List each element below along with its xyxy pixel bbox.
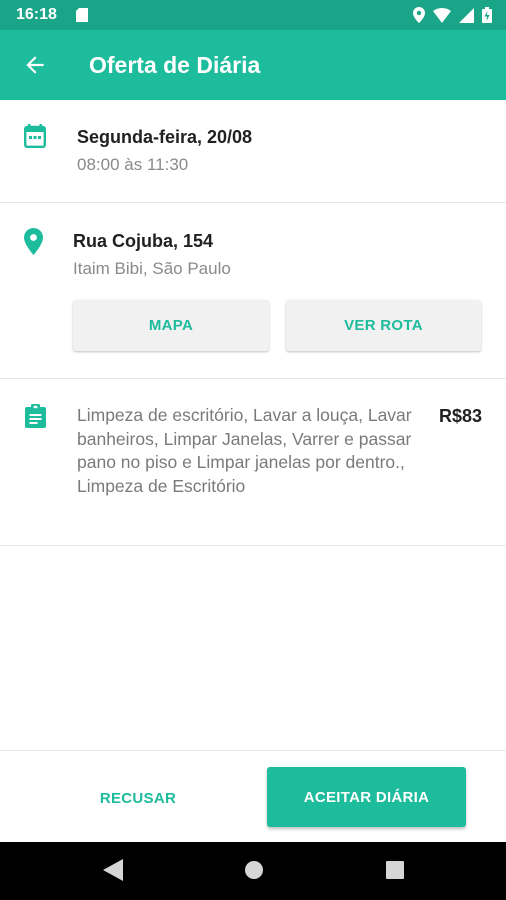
status-time: 16:18 bbox=[16, 6, 57, 23]
schedule-section: Segunda-feira, 20/08 08:00 às 11:30 bbox=[0, 100, 506, 203]
accept-button[interactable]: ACEITAR DIÁRIA bbox=[267, 767, 466, 827]
services-description: Limpeza de escritório, Lavar a louça, La… bbox=[77, 405, 412, 496]
clipboard-icon bbox=[25, 404, 46, 428]
bottom-divider bbox=[0, 750, 506, 751]
wifi-icon bbox=[433, 7, 451, 23]
status-icons bbox=[413, 7, 492, 23]
page-title: Oferta de Diária bbox=[89, 52, 261, 78]
location-pin-icon bbox=[24, 228, 43, 255]
address-section: Rua Cojuba, 154 Itaim Bibi, São Paulo bbox=[0, 203, 506, 379]
schedule-time-range: 08:00 às 11:30 bbox=[77, 155, 189, 174]
refuse-button[interactable]: RECUSAR bbox=[92, 772, 184, 824]
route-button[interactable]: VER ROTA bbox=[286, 300, 481, 351]
home-circle-icon[interactable] bbox=[244, 859, 264, 881]
recents-square-icon[interactable] bbox=[385, 859, 405, 881]
location-icon bbox=[413, 7, 425, 23]
signal-icon bbox=[459, 7, 474, 23]
map-button[interactable]: MAPA bbox=[73, 300, 269, 351]
system-nav-bar bbox=[0, 842, 506, 900]
service-price: R$83 bbox=[438, 406, 482, 426]
calendar-icon bbox=[24, 124, 46, 148]
schedule-date: Segunda-feira, 20/08 bbox=[77, 127, 253, 147]
sd-card-icon bbox=[76, 8, 88, 22]
address-street: Rua Cojuba, 154 bbox=[73, 231, 214, 251]
battery-icon bbox=[482, 7, 492, 23]
arrow-back-icon[interactable] bbox=[22, 52, 48, 78]
status-bar: 16:18 bbox=[0, 0, 506, 30]
address-district: Itaim Bibi, São Paulo bbox=[73, 259, 231, 278]
back-triangle-icon[interactable] bbox=[103, 859, 123, 881]
app-bar: Oferta de Diária bbox=[0, 30, 506, 100]
